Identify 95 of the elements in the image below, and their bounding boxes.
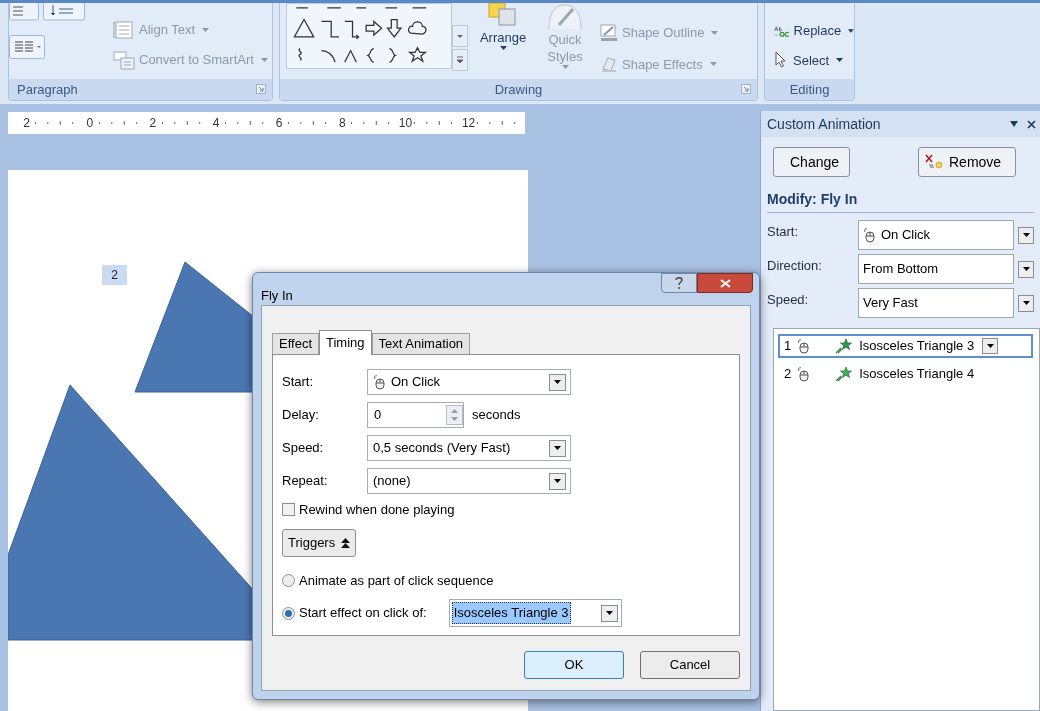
caret-icon (605, 611, 613, 615)
group-label: Drawing (494, 80, 543, 99)
ruler-number: 0 (85, 115, 95, 132)
remove-icon (925, 154, 945, 170)
caret-icon (260, 58, 268, 62)
close-icon[interactable] (1027, 119, 1036, 129)
field-label: Speed: (282, 439, 325, 458)
caret-icon (554, 479, 561, 483)
dropdown-button[interactable] (1018, 260, 1034, 278)
mouse-icon (797, 338, 810, 354)
item-number: 1 (784, 337, 792, 356)
caret-icon (711, 30, 719, 35)
checkbox[interactable] (282, 503, 295, 517)
caret-icon (202, 28, 210, 32)
dialog-title: Fly In (261, 287, 293, 305)
field-label: Start: (282, 373, 315, 392)
ruler-number: 8 (337, 115, 347, 132)
caret-icon (554, 446, 561, 450)
mouse-icon (373, 374, 385, 390)
caret-icon (1022, 233, 1030, 237)
ruler-number: 12 (461, 115, 476, 132)
animation-tag: 2 (102, 265, 127, 285)
close-button[interactable] (697, 273, 753, 293)
shape-effects-icon (600, 55, 618, 74)
tab[interactable]: Timing (319, 330, 372, 355)
shape-gallery[interactable] (286, 3, 452, 69)
unit-label: seconds (472, 406, 521, 425)
caret-icon (709, 62, 717, 67)
pane-title: Custom Animation (767, 114, 881, 134)
caret-icon (554, 380, 561, 384)
caret-icon (848, 28, 854, 33)
dropdown-button[interactable] (982, 338, 999, 354)
field-label: Start: (767, 223, 800, 241)
radio-label: Animate as part of click sequence (299, 571, 494, 590)
tab[interactable]: Text Animation (371, 333, 471, 354)
field-label: Repeat: (282, 472, 329, 491)
caret-icon (1022, 301, 1030, 305)
radio-label: Start effect on click of: (299, 604, 427, 623)
caret-icon (836, 58, 844, 63)
mouse-icon (863, 227, 875, 243)
align-text-icon (113, 20, 135, 40)
caret-icon (561, 65, 569, 69)
remove-button[interactable]: Remove (918, 147, 1016, 177)
ribbon-button[interactable]: Arrange (476, 3, 530, 79)
radio-button[interactable] (282, 573, 295, 587)
caret-icon (499, 46, 507, 50)
item-number: 2 (784, 365, 792, 384)
field-label: Speed: (767, 291, 810, 309)
pane-menu-icon[interactable] (1009, 120, 1019, 128)
dropdown[interactable]: From Bottom (858, 254, 1014, 284)
help-icon (675, 277, 683, 289)
dialog-button[interactable]: OK (524, 651, 624, 679)
gallery-more-icon[interactable] (452, 49, 468, 71)
field-label: Direction: (767, 257, 823, 275)
animation-list-item[interactable]: 2 Isosceles Triangle 4 (778, 362, 1033, 386)
item-name: Isosceles Triangle 3 (859, 337, 975, 356)
collapse-icon (341, 537, 351, 548)
ribbon-button[interactable]: Replace (773, 21, 854, 41)
smartart-icon (113, 50, 135, 70)
change-button[interactable]: Change (773, 147, 850, 177)
ruler-number: 6 (274, 115, 284, 132)
help-button[interactable] (661, 273, 697, 293)
dropdown[interactable]: On Click (858, 220, 1014, 250)
shape-outline-icon (600, 23, 618, 42)
dropdown-button[interactable] (1018, 294, 1034, 312)
ruler-number: 2 (22, 115, 32, 132)
close-icon (719, 278, 731, 288)
ruler-number: 10 (398, 115, 413, 132)
dropdown[interactable]: 0,5 seconds (Very Fast) (367, 435, 571, 461)
dialog-launcher-icon[interactable] (741, 84, 751, 94)
caret-icon (986, 344, 994, 348)
dropdown[interactable]: Very Fast (858, 288, 1014, 318)
triggers-button[interactable]: Triggers (282, 528, 357, 557)
radio-button[interactable] (282, 606, 295, 620)
animation-list-item[interactable]: 1 Isosceles Triangle 3 (778, 334, 1033, 358)
dropdown[interactable]: (none) (367, 468, 571, 494)
star-icon (835, 338, 854, 354)
dropdown[interactable]: Isosceles Triangle 3 (448, 599, 622, 627)
star-icon (835, 366, 854, 382)
ruler-number: 2 (148, 115, 158, 132)
tab[interactable]: Effect (272, 333, 319, 354)
group-label: Paragraph (17, 80, 78, 99)
dropdown[interactable]: On Click (367, 369, 571, 395)
section-heading: Modify: Fly In (767, 189, 1034, 213)
checkbox-label: Rewind when done playing (299, 501, 455, 519)
item-name: Isosceles Triangle 4 (859, 365, 975, 384)
mouse-icon (797, 366, 810, 382)
caret-icon (1022, 267, 1030, 271)
dropdown-button[interactable] (1018, 226, 1034, 244)
ribbon-button[interactable]: Select (773, 50, 854, 70)
dialog-launcher-icon[interactable] (256, 84, 266, 94)
ruler-number: 4 (211, 115, 221, 132)
dialog-button[interactable]: Cancel (640, 651, 740, 679)
group-label: Editing (789, 80, 830, 99)
field-label: Delay: (282, 406, 320, 425)
